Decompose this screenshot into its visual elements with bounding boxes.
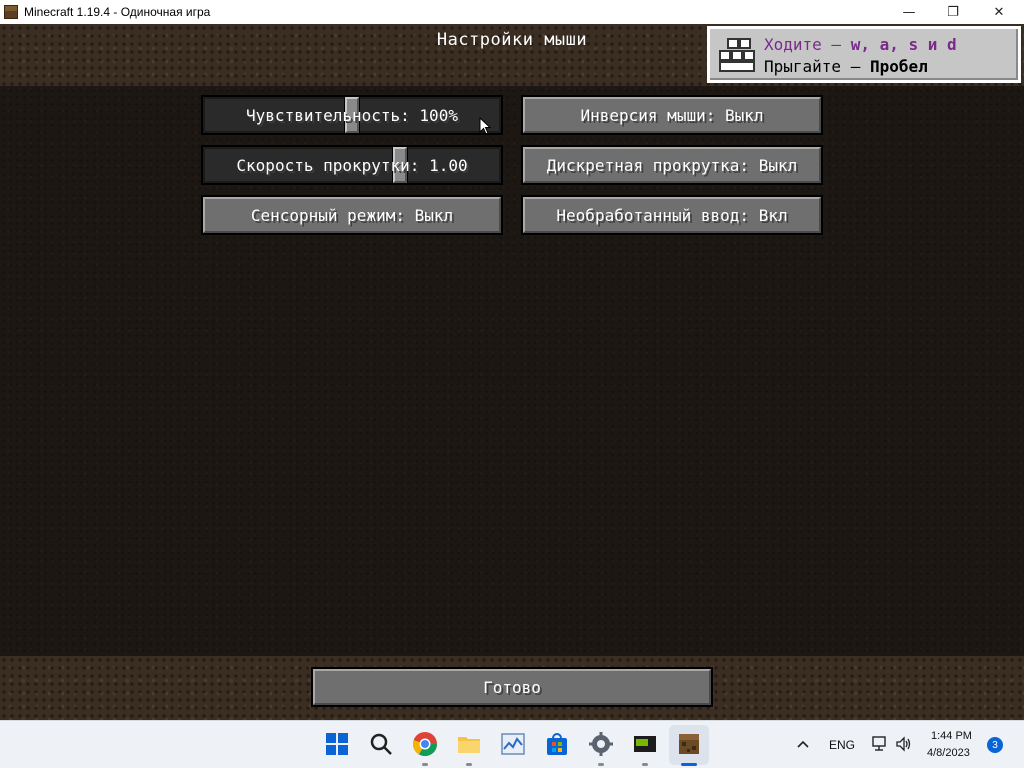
sensitivity-label: Чувствительность: 100% bbox=[246, 105, 458, 125]
raw-input-button[interactable]: Необработанный ввод: Вкл bbox=[521, 195, 823, 235]
close-button[interactable]: ✕ bbox=[976, 0, 1022, 24]
tutorial-jump-prefix: Прыгайте — bbox=[764, 57, 870, 76]
raw-input-label: Необработанный ввод: Вкл bbox=[556, 205, 788, 225]
mouse-cursor-icon bbox=[479, 117, 491, 135]
tutorial-move-line: Ходите — w, a, s и d bbox=[764, 35, 957, 54]
windows-start-icon[interactable] bbox=[324, 731, 350, 757]
invert-mouse-label: Инверсия мыши: Выкл bbox=[580, 105, 764, 125]
microsoft-store-icon[interactable] bbox=[544, 731, 570, 757]
restore-icon: ❐ bbox=[947, 4, 959, 20]
minimize-icon: — bbox=[902, 4, 916, 20]
settings-running-indicator bbox=[598, 763, 604, 766]
chrome-icon[interactable] bbox=[412, 731, 438, 757]
restore-button[interactable]: ❐ bbox=[930, 0, 976, 24]
settings-gear-icon[interactable] bbox=[588, 731, 614, 757]
chrome-running-indicator bbox=[422, 763, 428, 766]
scroll-speed-label: Скорость прокрутки: 1.00 bbox=[236, 155, 468, 175]
network-icon[interactable] bbox=[871, 736, 889, 752]
window-title: Minecraft 1.19.4 - Одиночная игра bbox=[24, 5, 211, 19]
sensitivity-slider[interactable]: Чувствительность: 100% bbox=[201, 95, 503, 135]
tutorial-toast: Ходите — w, a, s и d Прыгайте — Пробел bbox=[707, 26, 1021, 83]
keyboard-keys-icon bbox=[719, 38, 755, 72]
window-titlebar[interactable]: Minecraft 1.19.4 - Одиночная игра — ❐ ✕ bbox=[0, 0, 1024, 24]
minimize-button[interactable]: — bbox=[886, 0, 932, 24]
tutorial-jump-line: Прыгайте — Пробел bbox=[764, 57, 928, 76]
clock-date[interactable]: 4/8/2023 bbox=[927, 747, 970, 759]
file-explorer-icon[interactable] bbox=[456, 731, 482, 757]
explorer-running-indicator bbox=[466, 763, 472, 766]
nvidia-icon[interactable] bbox=[632, 731, 658, 757]
nvidia-running-indicator bbox=[642, 763, 648, 766]
touchscreen-mode-button[interactable]: Сенсорный режим: Выкл bbox=[201, 195, 503, 235]
tutorial-move-keys: w, a, s и d bbox=[850, 35, 957, 54]
touchscreen-mode-label: Сенсорный режим: Выкл bbox=[250, 205, 454, 225]
chevron-up-icon[interactable] bbox=[796, 739, 810, 749]
close-icon: ✕ bbox=[993, 4, 1005, 20]
tutorial-move-prefix: Ходите — bbox=[764, 35, 851, 54]
search-icon[interactable] bbox=[368, 731, 394, 757]
minecraft-active-indicator bbox=[681, 763, 697, 766]
notification-badge[interactable]: 3 bbox=[987, 737, 1003, 753]
done-button[interactable]: Готово bbox=[311, 667, 713, 707]
tutorial-jump-key: Пробел bbox=[869, 57, 928, 76]
invert-mouse-button[interactable]: Инверсия мыши: Выкл bbox=[521, 95, 823, 135]
minecraft-launcher-icon[interactable] bbox=[676, 731, 702, 757]
clock-time[interactable]: 1:44 PM bbox=[931, 730, 972, 742]
minecraft-app-icon bbox=[4, 5, 18, 19]
language-indicator[interactable]: ENG bbox=[829, 738, 855, 752]
game-viewport: Настройки мыши Ходите — w, a, s и d Прыг… bbox=[0, 24, 1024, 720]
windows-taskbar: ENG 1:44 PM 4/8/2023 3 bbox=[0, 720, 1024, 768]
discrete-scroll-button[interactable]: Дискретная прокрутка: Выкл bbox=[521, 145, 823, 185]
done-label: Готово bbox=[483, 677, 541, 697]
scroll-speed-slider[interactable]: Скорость прокрутки: 1.00 bbox=[201, 145, 503, 185]
task-manager-icon[interactable] bbox=[500, 731, 526, 757]
discrete-scroll-label: Дискретная прокрутка: Выкл bbox=[546, 155, 798, 175]
volume-icon[interactable] bbox=[895, 736, 913, 752]
